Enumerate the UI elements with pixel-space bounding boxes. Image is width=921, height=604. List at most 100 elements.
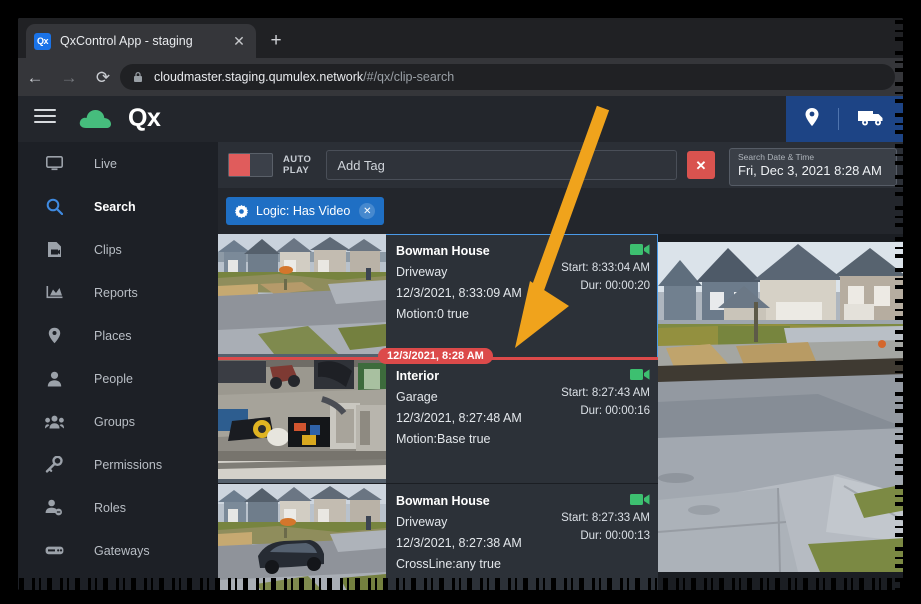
location-pin-icon[interactable] xyxy=(804,107,820,132)
video-camera-icon xyxy=(561,493,650,506)
screenshot-frame: Qx QxControl App - staging ✕ + ← → ⟳ clo… xyxy=(0,0,921,604)
server-icon xyxy=(42,545,66,556)
sidebar-item-search[interactable]: Search xyxy=(18,185,218,228)
reload-icon[interactable]: ⟳ xyxy=(86,69,120,86)
clip-details: Interior Garage 12/3/2021, 8:27:48 AM Mo… xyxy=(386,359,658,483)
main-panel: AUTO PLAY ✕ Search Date & Time Fri, Dec … xyxy=(218,142,903,590)
clip-start: Start: 8:33:04 AM xyxy=(561,262,650,274)
browser-tab[interactable]: Qx QxControl App - staging ✕ xyxy=(26,24,256,58)
filter-bar: Logic: Has Video ✕ xyxy=(218,188,903,234)
add-tag-input[interactable] xyxy=(326,150,677,180)
video-camera-icon xyxy=(561,368,650,381)
url-path: /#/qx/clip-search xyxy=(363,70,455,84)
header-divider xyxy=(838,108,839,130)
sidebar-item-roles[interactable]: Roles xyxy=(18,486,218,529)
clip-start: Start: 8:27:33 AM xyxy=(561,512,650,524)
tab-favicon: Qx xyxy=(34,32,51,50)
sidebar-item-people[interactable]: People xyxy=(18,357,218,400)
app-header: Qx xyxy=(18,96,903,142)
sidebar-item-label: Live xyxy=(94,156,117,171)
new-tab-icon[interactable]: + xyxy=(266,31,286,50)
clip-meta-block: Start: 8:27:43 AM Dur: 00:00:16 xyxy=(561,368,650,417)
sidebar-item-label: Places xyxy=(94,328,132,343)
search-icon xyxy=(42,198,66,215)
clip-list[interactable]: Bowman House Driveway 12/3/2021, 8:33:09… xyxy=(218,234,658,590)
sidebar-item-label: Permissions xyxy=(94,457,163,472)
app-root: Qx Live Search Clips Reports Places Peop… xyxy=(18,96,903,590)
clip-list-item[interactable]: Bowman House Driveway 12/3/2021, 8:33:09… xyxy=(218,234,658,359)
people-group-icon xyxy=(42,415,66,429)
sidebar-item-label: People xyxy=(94,371,133,386)
filter-chip-logic-has-video[interactable]: Logic: Has Video ✕ xyxy=(226,197,385,225)
date-label: Search Date & Time xyxy=(738,152,815,162)
search-date-time-picker[interactable]: Search Date & Time Fri, Dec 3, 2021 8:28… xyxy=(729,148,897,186)
browser-window: Qx QxControl App - staging ✕ + ← → ⟳ clo… xyxy=(18,18,903,590)
clip-list-item[interactable]: Bowman House Driveway 12/3/2021, 8:27:38… xyxy=(218,484,658,590)
map-pin-icon xyxy=(42,327,66,344)
sidebar-item-label: Clips xyxy=(94,242,122,257)
gear-icon xyxy=(235,204,248,218)
clip-meta-block: Start: 8:27:33 AM Dur: 00:00:13 xyxy=(561,493,650,542)
search-results: Bowman House Driveway 12/3/2021, 8:33:09… xyxy=(218,234,903,590)
sidebar-item-label: Gateways xyxy=(94,543,150,558)
clip-thumbnail[interactable] xyxy=(218,359,386,483)
key-icon xyxy=(42,456,66,473)
clear-search-button[interactable]: ✕ xyxy=(687,151,715,179)
street-car-scene-thumb xyxy=(218,484,386,590)
lock-icon xyxy=(134,72,142,82)
sidebar-item-gateways[interactable]: Gateways xyxy=(18,529,218,572)
filter-chip-label: Logic: Has Video xyxy=(256,204,351,218)
close-icon[interactable]: ✕ xyxy=(230,34,248,48)
clip-thumbnail[interactable] xyxy=(218,484,386,590)
role-badge-icon xyxy=(42,499,66,516)
browser-url-bar: ← → ⟳ cloudmaster.staging.qumulex.networ… xyxy=(18,58,903,96)
chart-icon xyxy=(42,285,66,300)
hamburger-icon[interactable] xyxy=(34,109,56,127)
clip-preview-pane[interactable] xyxy=(658,234,903,590)
toggle-knob xyxy=(229,154,250,176)
preview-video-frame xyxy=(658,242,903,572)
browser-tab-bar: Qx QxControl App - staging ✕ + xyxy=(18,18,903,58)
garage-scene-thumb xyxy=(218,359,386,479)
clip-event: Motion:Base true xyxy=(396,432,491,446)
clip-meta-block: Start: 8:33:04 AM Dur: 00:00:20 xyxy=(561,243,650,292)
sidebar-item-places[interactable]: Places xyxy=(18,314,218,357)
clip-duration: Dur: 00:00:13 xyxy=(580,530,650,542)
sidebar-item-clips[interactable]: Clips xyxy=(18,228,218,271)
sidebar-item-groups[interactable]: Groups xyxy=(18,400,218,443)
clip-start: Start: 8:27:43 AM xyxy=(561,387,650,399)
sidebar-item-permissions[interactable]: Permissions xyxy=(18,443,218,486)
person-icon xyxy=(42,371,66,387)
close-icon[interactable]: ✕ xyxy=(359,203,376,219)
truck-icon[interactable] xyxy=(857,107,885,132)
current-time-marker: 12/3/2021, 8:28 AM xyxy=(218,348,658,364)
clip-details: Bowman House Driveway 12/3/2021, 8:33:09… xyxy=(386,234,658,358)
monitor-icon xyxy=(42,156,66,171)
clip-event: CrossLine:any true xyxy=(396,557,501,571)
clip-thumbnail[interactable] xyxy=(218,234,386,358)
clip-list-item[interactable]: Interior Garage 12/3/2021, 8:27:48 AM Mo… xyxy=(218,359,658,484)
sidebar-item-label: Reports xyxy=(94,285,138,300)
clip-duration: Dur: 00:00:20 xyxy=(580,280,650,292)
url-host: cloudmaster.staging.qumulex.network xyxy=(154,70,364,84)
cloud-icon xyxy=(78,108,112,135)
clip-details: Bowman House Driveway 12/3/2021, 8:27:38… xyxy=(386,484,658,590)
forward-icon[interactable]: → xyxy=(52,69,86,86)
autoplay-toggle[interactable] xyxy=(228,153,273,177)
autoplay-label-line1: AUTO xyxy=(283,154,312,165)
autoplay-label: AUTO PLAY xyxy=(283,154,311,176)
back-icon[interactable]: ← xyxy=(18,69,52,86)
url-text: cloudmaster.staging.qumulex.network/#/qx… xyxy=(154,70,454,84)
sidebar: Live Search Clips Reports Places People … xyxy=(18,142,218,590)
header-actions xyxy=(786,96,903,142)
sidebar-item-label: Groups xyxy=(94,414,135,429)
sidebar-item-reports[interactable]: Reports xyxy=(18,271,218,314)
clip-event: Motion:0 true xyxy=(396,307,469,321)
brand-logo: Qx xyxy=(128,104,161,132)
date-value: Fri, Dec 3, 2021 8:28 AM xyxy=(738,163,882,178)
address-bar[interactable]: cloudmaster.staging.qumulex.network/#/qx… xyxy=(120,64,895,90)
current-time-label: 12/3/2021, 8:28 AM xyxy=(378,348,493,364)
autoplay-label-line2: PLAY xyxy=(283,165,310,176)
sidebar-item-label: Roles xyxy=(94,500,126,515)
sidebar-item-live[interactable]: Live xyxy=(18,142,218,185)
